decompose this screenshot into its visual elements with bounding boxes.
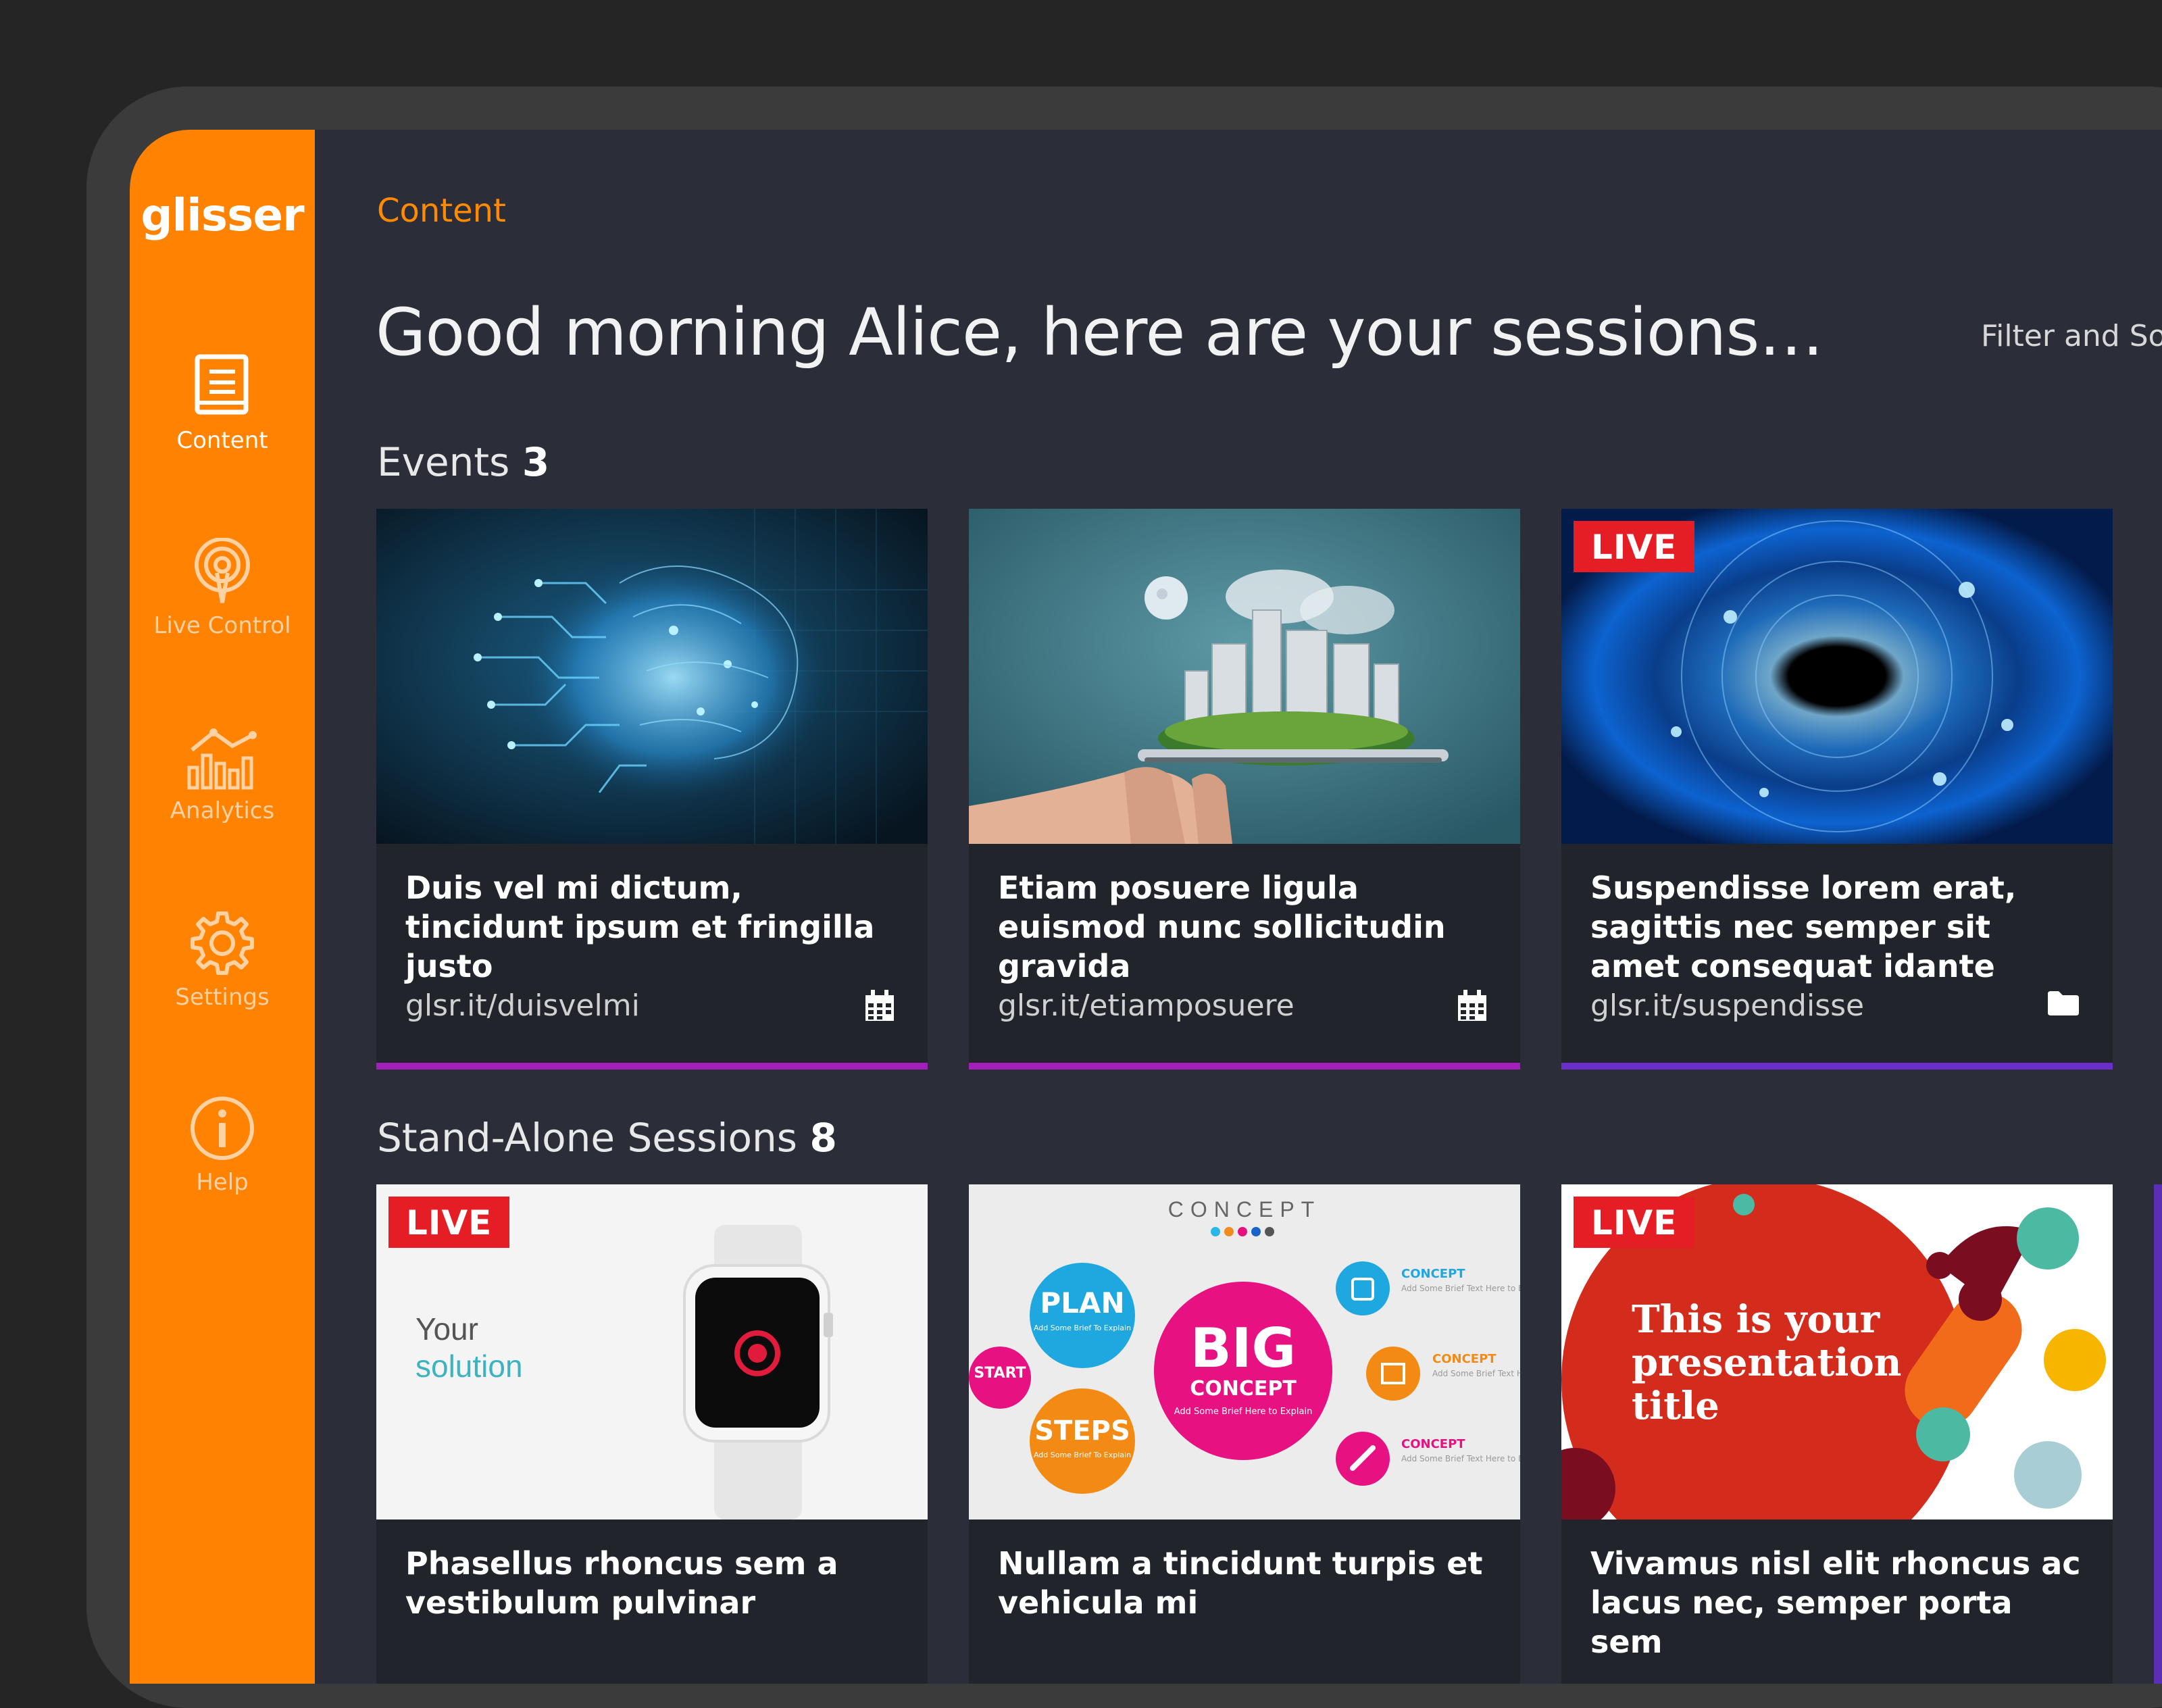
thumb-plan: PLAN	[1040, 1286, 1124, 1320]
card-title: Nullam a tincidunt turpis et vehicula mi	[998, 1545, 1483, 1621]
calendar-icon	[1458, 990, 1486, 1021]
filter-sort-button[interactable]: Filter and Sor	[1981, 319, 2162, 353]
live-badge: LIVE	[1574, 1197, 1695, 1248]
card-link[interactable]: glsr.it/suspendisse	[1590, 988, 1864, 1023]
standalone-count: 8	[809, 1115, 837, 1161]
card-thumbnail	[969, 509, 1520, 844]
thumb-steps-note: Add Some Brief To Explain	[1034, 1451, 1131, 1459]
events-heading: Events 3	[377, 439, 549, 485]
live-badge: LIVE	[388, 1197, 510, 1248]
event-card[interactable]: Duis vel mi dictum, tincidunt ipsum et f…	[376, 509, 928, 1070]
breadcrumb[interactable]: Content	[377, 192, 506, 230]
session-card-partial[interactable]	[2154, 1184, 2162, 1684]
card-thumbnail	[376, 509, 928, 844]
card-link[interactable]: glsr.it/duisvelmi	[405, 988, 640, 1023]
gear-icon	[191, 911, 254, 975]
card-accent-bar	[376, 1063, 928, 1070]
card-title: Phasellus rhoncus sem a vestibulum pulvi…	[405, 1545, 838, 1621]
card-title: Suspendisse lorem erat, sagittis nec sem…	[1590, 870, 2017, 984]
info-icon	[191, 1097, 254, 1160]
events-count: 3	[522, 439, 550, 485]
card-thumbnail: CONCEPT BIG CONCEPT Add Some Brief Here …	[969, 1184, 1520, 1519]
folder-icon	[2048, 991, 2079, 1015]
standalone-heading: Stand-Alone Sessions 8	[377, 1115, 837, 1161]
thumb-plan-note: Add Some Brief To Explain	[1034, 1324, 1131, 1332]
chart-icon	[187, 728, 257, 790]
app-screen: glisser Content Live Control Analytics S…	[130, 130, 2162, 1684]
session-card[interactable]: Your solution LIVE Phasellus rhoncus sem…	[376, 1184, 928, 1684]
card-title: Etiam posuere ligula euismod nunc sollic…	[998, 870, 1446, 984]
card-accent-bar	[969, 1063, 1520, 1070]
session-card[interactable]: CONCEPT BIG CONCEPT Add Some Brief Here …	[969, 1184, 1520, 1684]
sidebar-item-label: Analytics	[170, 797, 275, 824]
glisser-logo[interactable]: glisser	[130, 189, 315, 241]
broadcast-icon	[195, 538, 250, 603]
thumb-concept-note-2: Add Some Brief Text Here to Explain	[1432, 1369, 1520, 1378]
session-card[interactable]: This is your presentation title LIVE Viv…	[1561, 1184, 2113, 1684]
sidebar-item-label: Content	[176, 427, 268, 454]
thumb-concept-2: CONCEPT	[1432, 1352, 1497, 1366]
card-title: Duis vel mi dictum, tincidunt ipsum et f…	[405, 870, 875, 984]
calendar-icon	[865, 990, 894, 1021]
page-title: Good morning Alice, here are your sessio…	[376, 295, 1824, 370]
thumb-big-sub: CONCEPT	[1190, 1377, 1297, 1401]
thumb-start: START	[974, 1365, 1026, 1382]
sidebar-item-label: Settings	[175, 984, 270, 1011]
thumb-concept-1: CONCEPT	[1401, 1267, 1465, 1281]
live-badge: LIVE	[1574, 521, 1695, 572]
sidebar-item-analytics[interactable]: Analytics	[130, 723, 315, 824]
event-card[interactable]: LIVE Suspendisse lorem erat, sagittis ne…	[1561, 509, 2113, 1070]
sidebar-item-label: Live Control	[153, 612, 291, 639]
sidebar-item-content[interactable]: Content	[130, 353, 315, 454]
events-label: Events	[377, 439, 510, 485]
sidebar-item-help[interactable]: Help	[130, 1095, 315, 1196]
card-title: Vivamus nisl elit rhoncus ac lacus nec, …	[1590, 1545, 2081, 1660]
thumb-concept-note-3: Add Some Brief Text Here to Explain	[1401, 1454, 1520, 1463]
card-link[interactable]: glsr.it/etiamposuere	[998, 988, 1294, 1023]
sidebar-item-label: Help	[196, 1169, 249, 1196]
book-icon	[195, 354, 249, 415]
event-card[interactable]: Etiam posuere ligula euismod nunc sollic…	[969, 509, 1520, 1070]
sidebar-item-settings[interactable]: Settings	[130, 909, 315, 1011]
thumb-heading: CONCEPT	[1168, 1197, 1321, 1222]
sidebar-item-live-control[interactable]: Live Control	[130, 538, 315, 639]
thumb-concept-note-1: Add Some Brief Text Here to Explain	[1401, 1284, 1520, 1293]
thumb-text-solution: solution	[416, 1349, 523, 1384]
sidebar: glisser Content Live Control Analytics S…	[130, 130, 315, 1684]
thumb-text-your: Your	[416, 1311, 478, 1347]
thumb-big-note: Add Some Brief Here to Explain	[1174, 1407, 1313, 1417]
thumb-title-text: This is your presentation title	[1632, 1297, 1902, 1428]
card-accent-bar	[1561, 1063, 2113, 1070]
thumb-concept-3: CONCEPT	[1401, 1437, 1465, 1451]
thumb-big: BIG	[1190, 1317, 1296, 1380]
thumb-steps: STEPS	[1034, 1415, 1130, 1447]
standalone-label: Stand-Alone Sessions	[377, 1115, 797, 1161]
